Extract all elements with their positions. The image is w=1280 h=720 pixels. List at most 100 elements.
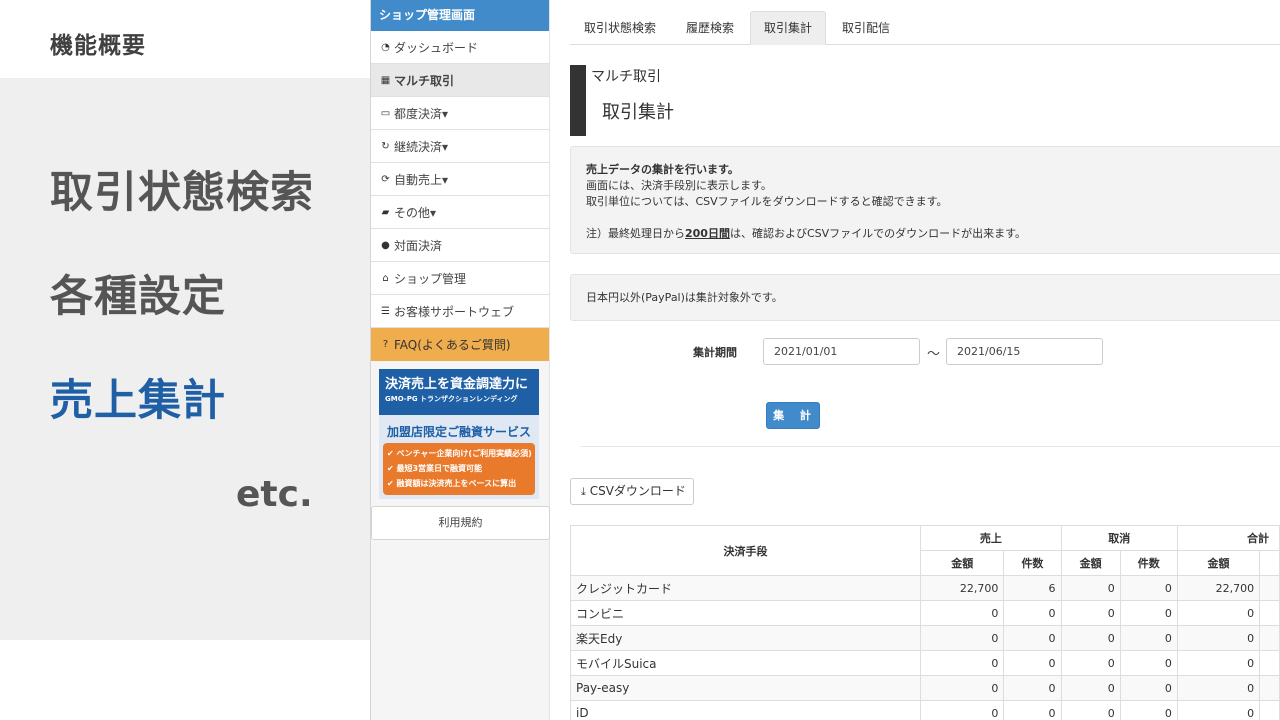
cell-cancel-count: 0: [1119, 700, 1178, 720]
cell-sales-count: 0: [1003, 625, 1062, 651]
home-icon: ⌂: [382, 272, 389, 284]
currency-note-panel: 日本円以外(PayPal)は集計対象外です。: [570, 274, 1280, 321]
cell-clipped: [1259, 700, 1280, 720]
column-header-count: 件数: [1119, 550, 1178, 576]
cell-sales-count: 0: [1003, 650, 1062, 676]
main-content: 取引状態検索 履歴検索 取引集計 取引配信 マルチ取引 取引集計 売上データの集…: [550, 0, 1280, 720]
table-row: Pay-easy 0 0 0 0 0: [569, 675, 1280, 701]
cell-total-amount: 0: [1176, 700, 1261, 720]
cell-sales-count: 6: [1003, 575, 1062, 601]
cell-cancel-amount: 0: [1060, 700, 1121, 720]
column-group-sales: 売上: [920, 525, 1062, 551]
question-icon: ?: [382, 339, 389, 350]
cell-total-amount: 0: [1176, 650, 1261, 676]
terms-button[interactable]: 利用規約: [371, 506, 550, 540]
period-label: 集計期間: [693, 346, 737, 359]
tab-transaction-summary[interactable]: 取引集計: [750, 11, 827, 45]
info-line: 取引単位については、CSVファイルをダウンロードすると確認できます。: [586, 195, 948, 208]
column-header-method: 決済手段: [569, 525, 922, 576]
cell-sales-count: 0: [1003, 600, 1062, 626]
sidebar-item-label: マルチ取引: [394, 73, 455, 88]
cell-clipped: [1259, 600, 1280, 626]
cell-cancel-count: 0: [1119, 650, 1178, 676]
column-group-total: 合計: [1176, 525, 1280, 551]
sidebar-item-auto-sales[interactable]: ⟳ 自動売上▾: [371, 163, 549, 196]
sidebar-item-label: ダッシュボード: [394, 40, 479, 55]
cell-method: iD: [569, 700, 922, 720]
sidebar-item-label: その他▾: [394, 205, 437, 220]
grid-icon: ▦: [380, 74, 391, 86]
cell-sales-amount: 22,700: [920, 575, 1005, 601]
sidebar-item-label: 継続決済▾: [394, 139, 449, 154]
banner-headline: 決済売上を資金調達力に: [385, 377, 529, 392]
slide-item-sales-summary: 売上集計: [50, 376, 226, 426]
refresh-icon: ↻: [381, 140, 390, 152]
calculate-button[interactable]: 集 計: [766, 402, 820, 429]
cell-method: クレジットカード: [569, 575, 922, 601]
info-panel: 売上データの集計を行います。 画面には、決済手段別に表示します。 取引単位につい…: [570, 146, 1280, 254]
cell-method: モバイルSuica: [569, 650, 922, 676]
user-icon: ●: [381, 239, 390, 251]
cell-cancel-count: 0: [1119, 675, 1178, 701]
cell-clipped: [1259, 650, 1280, 676]
date-from-input[interactable]: 2021/01/01: [763, 338, 920, 365]
slide-title: 機能概要: [50, 33, 146, 59]
cell-clipped: [1259, 575, 1280, 601]
sidebar-header[interactable]: ショップ管理画面: [371, 0, 549, 31]
cell-total-amount: 0: [1176, 600, 1261, 626]
table-row: クレジットカード 22,700 6 0 0 22,700: [569, 575, 1280, 601]
cell-total-amount: 0: [1176, 675, 1261, 701]
table-row: iD 0 0 0 0 0: [569, 700, 1280, 720]
page-subtitle: マルチ取引: [591, 69, 661, 85]
lending-banner[interactable]: 決済売上を資金調達力に GMO-PG トランザクションレンディング 加盟店限定ご…: [379, 369, 539, 499]
column-header-amount: 金額: [920, 550, 1005, 576]
sidebar-item-faq[interactable]: ? FAQ(よくあるご質問): [371, 328, 549, 361]
banner-feature: ✔ ベンチャー企業向け(ご利用実績必須): [387, 449, 532, 458]
sidebar-item-other[interactable]: ▰ その他▾: [371, 196, 549, 229]
tab-history-search[interactable]: 履歴検索: [672, 11, 748, 45]
sidebar-item-support-web[interactable]: ☰ お客様サポートウェブ: [371, 295, 549, 328]
slide-item-settings: 各種設定: [50, 272, 226, 322]
cell-sales-amount: 0: [920, 675, 1005, 701]
cell-method: コンビニ: [569, 600, 922, 626]
sync-icon: ⟳: [381, 173, 390, 185]
sidebar-item-face-to-face[interactable]: ● 対面決済: [371, 229, 549, 262]
period-separator: ～: [927, 347, 941, 362]
info-note-days: 200日間: [685, 227, 730, 240]
banner-feature: ✔ 融資額は決済売上をベースに算出: [387, 479, 517, 488]
cell-method: 楽天Edy: [569, 625, 922, 651]
sidebar-item-one-time-payment[interactable]: ▭ 都度決済▾: [371, 97, 549, 130]
sidebar-item-label: ショップ管理: [394, 271, 467, 286]
csv-download-button[interactable]: ⤓ CSVダウンロード: [570, 478, 694, 505]
cell-cancel-count: 0: [1119, 600, 1178, 626]
folder-icon: ▰: [381, 206, 390, 218]
tab-transaction-search[interactable]: 取引状態検索: [570, 11, 670, 45]
cell-cancel-amount: 0: [1060, 675, 1121, 701]
page-header: マルチ取引 取引集計: [570, 65, 1280, 136]
column-header-amount: 金額: [1060, 550, 1121, 576]
cell-clipped: [1259, 675, 1280, 701]
cell-total-amount: 0: [1176, 625, 1261, 651]
cell-cancel-amount: 0: [1060, 650, 1121, 676]
cell-cancel-count: 0: [1119, 625, 1178, 651]
sidebar-item-dashboard[interactable]: ◔ ダッシュボード: [371, 31, 549, 64]
cell-sales-amount: 0: [920, 700, 1005, 720]
summary-table: 決済手段 売上 取消 合計 金額 件数 金額 件数 金額 クレジットカード 22…: [569, 525, 1280, 720]
divider: [580, 446, 1280, 447]
sidebar: ショップ管理画面 ◔ ダッシュボード ▦ マルチ取引 ▭ 都度決済▾ ↻ 継続決…: [370, 0, 550, 720]
dashboard-icon: ◔: [381, 41, 390, 53]
column-header-amount: 金額: [1176, 550, 1261, 576]
info-note-suffix: は、確認およびCSVファイルでのダウンロードが出来ます。: [729, 227, 1027, 240]
info-line: 画面には、決済手段別に表示します。: [586, 179, 772, 192]
sidebar-item-shop-management[interactable]: ⌂ ショップ管理: [371, 262, 549, 295]
cell-cancel-amount: 0: [1060, 600, 1121, 626]
sidebar-item-recurring-payment[interactable]: ↻ 継続決済▾: [371, 130, 549, 163]
tab-bar: 取引状態検索 履歴検索 取引集計 取引配信: [570, 11, 1280, 45]
sidebar-item-multi-transaction[interactable]: ▦ マルチ取引: [371, 64, 549, 97]
date-to-input[interactable]: 2021/06/15: [946, 338, 1103, 365]
cell-sales-count: 0: [1003, 700, 1062, 720]
info-line: 売上データの集計を行います。: [586, 163, 739, 176]
csv-download-label: CSVダウンロード: [589, 484, 686, 498]
cell-cancel-amount: 0: [1060, 575, 1121, 601]
tab-transaction-delivery[interactable]: 取引配信: [828, 11, 904, 45]
